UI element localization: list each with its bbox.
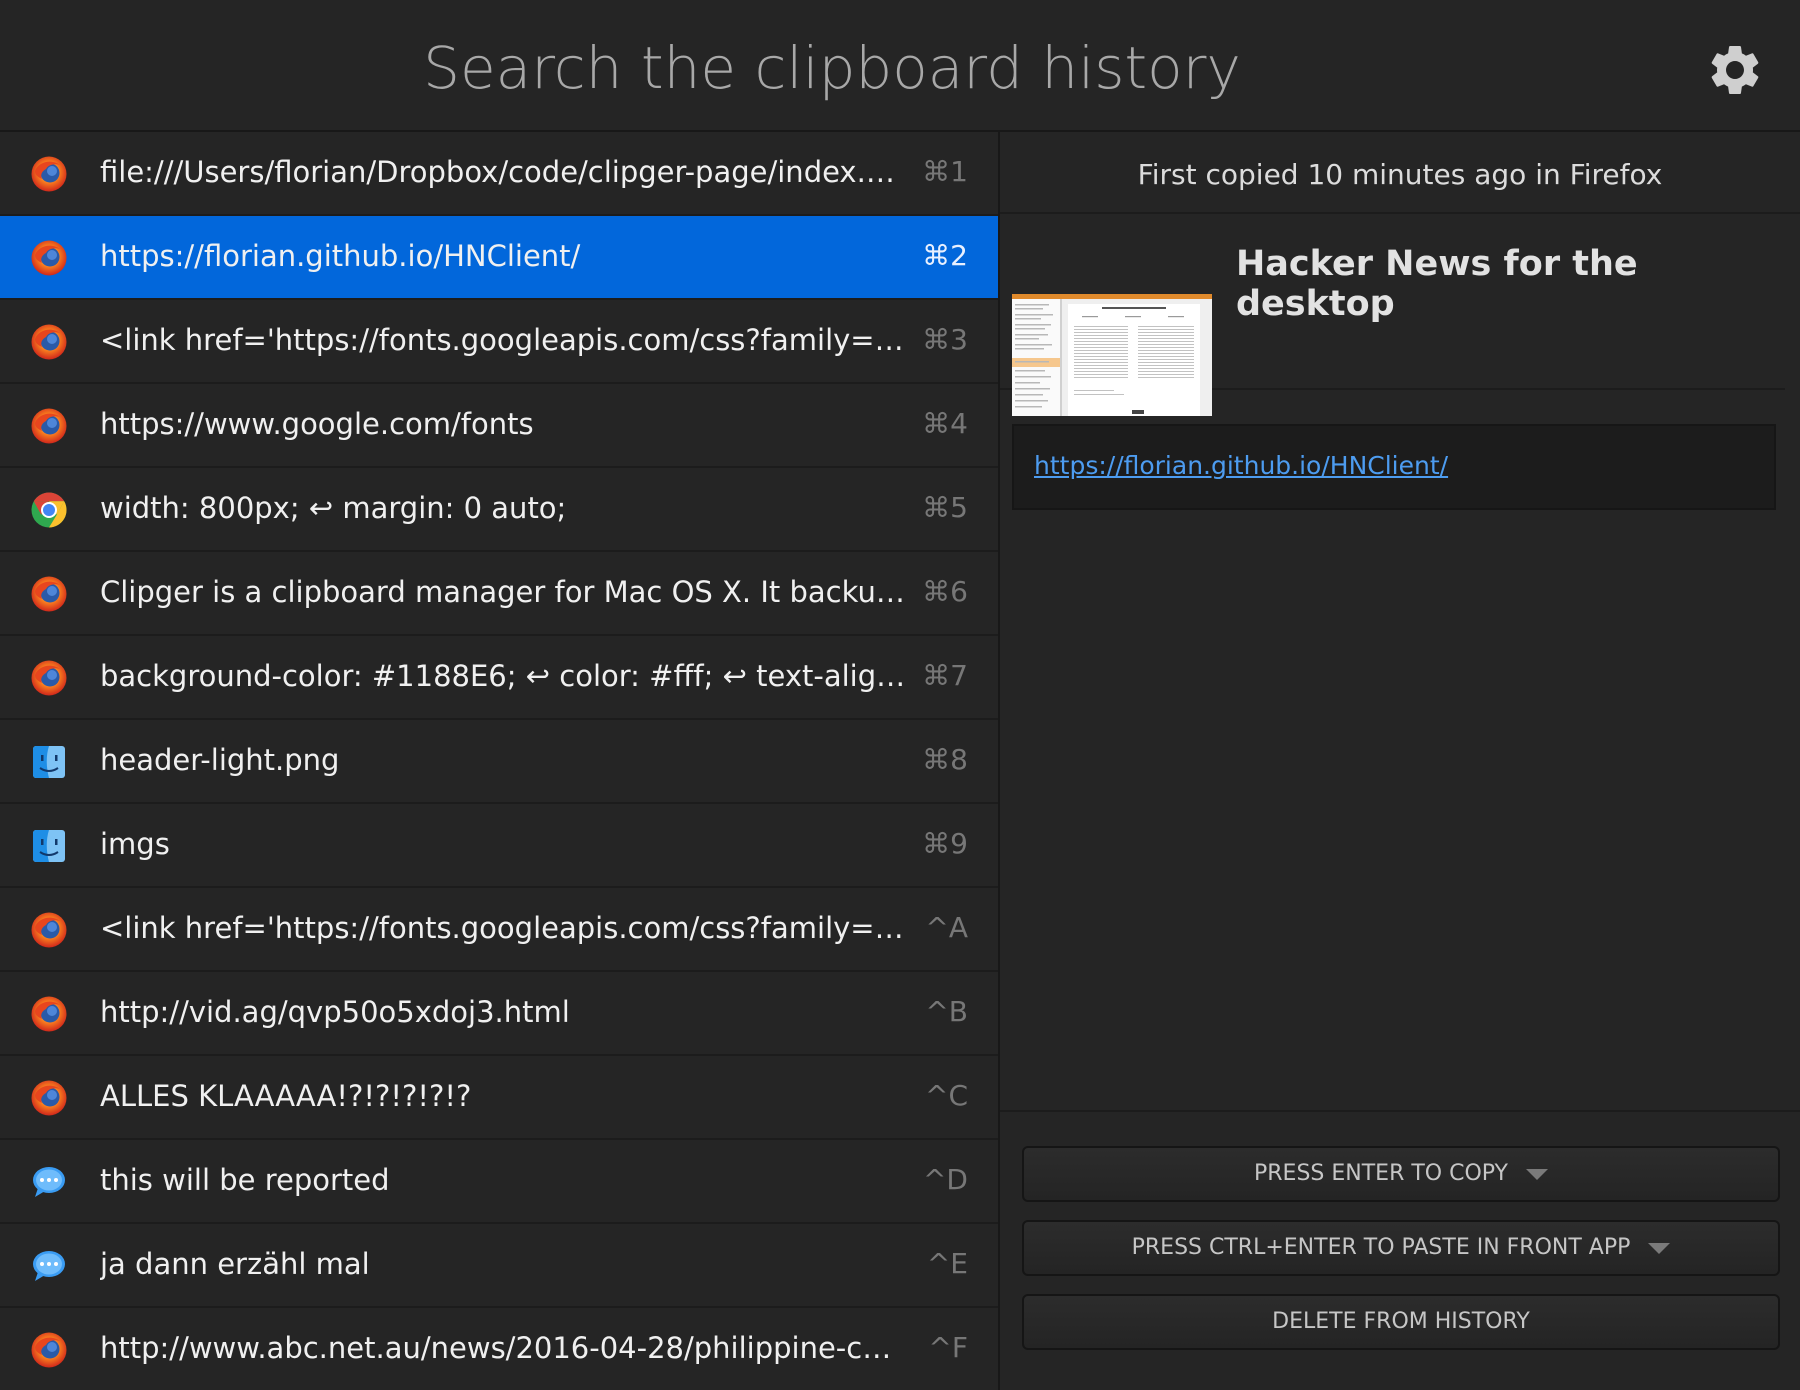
- chevron-down-icon[interactable]: [1648, 1242, 1671, 1254]
- clipboard-history-list: file:///Users/florian/Dropbox/code/clipg…: [0, 132, 1000, 1390]
- list-item-text: http://vid.ag/qvp50o5xdoj3.html: [100, 995, 570, 1029]
- list-item[interactable]: header-light.png ⌘8: [0, 720, 998, 804]
- list-item-shortcut: ⌘7: [922, 659, 968, 692]
- page-title: Hacker News for the desktop: [1236, 244, 1638, 324]
- list-item-text: header-light.png: [100, 743, 340, 777]
- chevron-down-icon[interactable]: [1526, 1168, 1548, 1180]
- firefox-icon: [30, 1079, 68, 1117]
- list-item-shortcut: ^C: [924, 1079, 968, 1112]
- detail-pane: First copied 10 minutes ago in Firefox H…: [1000, 132, 1800, 1390]
- list-item-text: ja dann erzähl mal: [100, 1247, 370, 1281]
- list-item-shortcut: ⌘1: [922, 155, 968, 188]
- list-item-text: Clipger is a clipboard manager for Mac O…: [100, 575, 908, 609]
- list-item[interactable]: http://www.abc.net.au/news/2016-04-28/ph…: [0, 1308, 998, 1390]
- list-item-shortcut: ⌘9: [922, 827, 968, 860]
- list-item-shortcut: ⌘3: [922, 323, 968, 356]
- list-item-text: <link href='https://fonts.googleapis.com…: [100, 911, 908, 945]
- list-item-shortcut: ⌘2: [922, 239, 968, 272]
- list-item-shortcut: ^A: [925, 911, 968, 944]
- finder-icon: [30, 743, 68, 781]
- copy-button[interactable]: PRESS ENTER TO COPY: [1022, 1146, 1780, 1202]
- delete-button-label: DELETE FROM HISTORY: [1272, 1309, 1530, 1334]
- copied-info: First copied 10 minutes ago in Firefox: [1000, 132, 1800, 214]
- paste-button[interactable]: PRESS CTRL+ENTER TO PASTE IN FRONT APP: [1022, 1220, 1780, 1276]
- list-item-shortcut: ^D: [922, 1163, 968, 1196]
- list-item[interactable]: width: 800px; ↩ margin: 0 auto; ⌘5: [0, 468, 998, 552]
- list-item-text: https://www.google.com/fonts: [100, 407, 534, 441]
- list-item-text: file:///Users/florian/Dropbox/code/clipg…: [100, 155, 908, 189]
- list-item[interactable]: https://florian.github.io/HNClient/ ⌘2: [0, 216, 998, 300]
- list-item[interactable]: <link href='https://fonts.googleapis.com…: [0, 888, 998, 972]
- search-input[interactable]: [60, 22, 1604, 114]
- actions-divider: [1000, 1110, 1800, 1112]
- firefox-icon: [30, 1331, 68, 1369]
- list-item[interactable]: ja dann erzähl mal ^E: [0, 1224, 998, 1308]
- list-item-text: width: 800px; ↩ margin: 0 auto;: [100, 491, 567, 525]
- list-item-shortcut: ^F: [928, 1331, 968, 1364]
- list-item[interactable]: http://vid.ag/qvp50o5xdoj3.html ^B: [0, 972, 998, 1056]
- preview-link[interactable]: https://florian.github.io/HNClient/: [1034, 451, 1448, 480]
- chrome-icon: [30, 491, 68, 529]
- list-item-text: ALLES KLAAAAA!?!?!?!?!?: [100, 1079, 472, 1113]
- list-item-shortcut: ⌘5: [922, 491, 968, 524]
- list-item-shortcut: ⌘4: [922, 407, 968, 440]
- messages-icon: [30, 1163, 68, 1201]
- firefox-icon: [30, 239, 68, 277]
- firefox-icon: [30, 659, 68, 697]
- firefox-icon: [30, 323, 68, 361]
- firefox-icon: [30, 407, 68, 445]
- list-item[interactable]: <link href='https://fonts.googleapis.com…: [0, 300, 998, 384]
- list-item-text: <link href='https://fonts.googleapis.com…: [100, 323, 908, 357]
- firefox-icon: [30, 575, 68, 613]
- list-item-text: background-color: #1188E6; ↩ color: #fff…: [100, 659, 908, 693]
- list-item-text: https://florian.github.io/HNClient/: [100, 239, 581, 273]
- paste-button-label: PRESS CTRL+ENTER TO PASTE IN FRONT APP: [1131, 1235, 1631, 1260]
- delete-button[interactable]: DELETE FROM HISTORY: [1022, 1294, 1780, 1350]
- list-item[interactable]: file:///Users/florian/Dropbox/code/clipg…: [0, 132, 998, 216]
- list-item-shortcut: ^E: [926, 1247, 968, 1280]
- list-item[interactable]: Clipger is a clipboard manager for Mac O…: [0, 552, 998, 636]
- search-header: [0, 0, 1800, 132]
- content-preview: https://florian.github.io/HNClient/: [1012, 424, 1776, 510]
- gear-icon[interactable]: [1705, 40, 1765, 100]
- firefox-icon: [30, 911, 68, 949]
- list-item[interactable]: imgs ⌘9: [0, 804, 998, 888]
- list-item-text: this will be reported: [100, 1163, 390, 1197]
- finder-icon: [30, 827, 68, 865]
- list-item[interactable]: this will be reported ^D: [0, 1140, 998, 1224]
- list-item-text: http://www.abc.net.au/news/2016-04-28/ph…: [100, 1331, 908, 1365]
- list-item[interactable]: ALLES KLAAAAA!?!?!?!?!? ^C: [0, 1056, 998, 1140]
- page-thumbnail: [1012, 294, 1212, 416]
- list-item-shortcut: ⌘8: [922, 743, 968, 776]
- list-item-shortcut: ⌘6: [922, 575, 968, 608]
- firefox-icon: [30, 995, 68, 1033]
- firefox-icon: [30, 155, 68, 193]
- list-item[interactable]: background-color: #1188E6; ↩ color: #fff…: [0, 636, 998, 720]
- list-item-shortcut: ^B: [925, 995, 968, 1028]
- list-item-text: imgs: [100, 827, 170, 861]
- list-item[interactable]: https://www.google.com/fonts ⌘4: [0, 384, 998, 468]
- copy-button-label: PRESS ENTER TO COPY: [1254, 1161, 1508, 1186]
- messages-icon: [30, 1247, 68, 1285]
